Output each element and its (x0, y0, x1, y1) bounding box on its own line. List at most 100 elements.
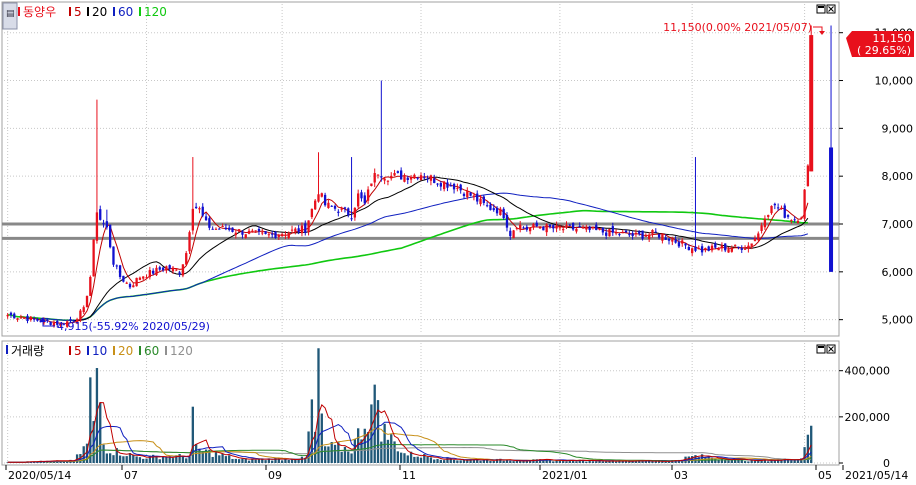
volume-bar (178, 454, 181, 463)
candle-body (161, 267, 165, 271)
candle-body (82, 307, 85, 312)
volume-bar (614, 461, 618, 463)
candle-body (456, 187, 459, 189)
candle-body (694, 246, 697, 251)
volume-bar (565, 461, 568, 463)
candle-body (737, 246, 740, 248)
candle-body (151, 270, 155, 274)
volume-bar (290, 459, 294, 463)
legend-label: 120 (170, 344, 193, 358)
volume-bar (479, 460, 482, 463)
candle-body (753, 238, 757, 241)
candle-body (234, 232, 237, 236)
candle-body (409, 177, 413, 180)
volume-bar (753, 460, 757, 463)
candle-body (290, 229, 294, 231)
candle-body (700, 246, 704, 253)
candle-body (426, 178, 429, 180)
candle-body (390, 175, 393, 179)
volume-bar (419, 457, 423, 463)
candle-body (648, 234, 651, 240)
candle-body (793, 219, 796, 221)
candle-body (449, 185, 452, 187)
candle-body (638, 231, 641, 234)
candle-body (353, 207, 357, 218)
candle-body (165, 266, 168, 271)
legend-bar-icon (18, 7, 20, 16)
candle-body (211, 228, 214, 230)
candle-body (489, 204, 492, 211)
candle-body (687, 247, 691, 251)
candle-body (357, 193, 360, 207)
legend-swatch (139, 346, 141, 355)
volume-legend-bar-icon (6, 345, 8, 354)
candle-body (297, 228, 300, 232)
stock-chart: 11,00010,0009,0008,0007,0006,0005,000 40… (0, 0, 916, 482)
candle-body (363, 195, 366, 204)
date-tick-label: 11 (402, 469, 416, 482)
candle-body (634, 232, 638, 234)
volume-bar (396, 451, 400, 463)
candle-body (277, 235, 280, 237)
candle-body (221, 226, 224, 228)
candle-body (175, 269, 178, 271)
volume-bar (102, 444, 105, 463)
candle-body (350, 218, 353, 220)
date-tick-label: 07 (124, 469, 138, 482)
volume-bar (347, 451, 350, 463)
volume-bar (171, 458, 175, 463)
volume-bar (555, 460, 558, 463)
candle-body (664, 237, 667, 240)
volume-bar (165, 457, 168, 463)
candle-body (462, 193, 466, 196)
candle-body (657, 234, 661, 238)
panel-side-tab-label: ▤ (6, 9, 15, 19)
candle-body (99, 209, 102, 220)
low-annotation-text: 4,915(-55.92% 2020/05/29) (57, 320, 210, 333)
candle-body (750, 243, 753, 246)
volume-bar (211, 456, 214, 463)
candle-body (13, 313, 16, 319)
chart-svg: 11,00010,0009,0008,0007,0006,0005,000 40… (1, 1, 914, 482)
candle-body (251, 230, 254, 233)
volume-bar (247, 460, 251, 463)
volume-bar (323, 446, 327, 463)
candle-body (631, 233, 634, 237)
legend-swatch (139, 7, 141, 16)
volume-bar (228, 455, 231, 463)
candle-body (724, 243, 727, 251)
price-tick-label: 10,000 (875, 75, 914, 88)
candle-body (198, 208, 201, 210)
volume-bar (575, 461, 578, 463)
volume-bar (138, 457, 142, 463)
candle-body (19, 317, 23, 319)
candle-body (466, 191, 469, 198)
volume-bar (330, 442, 333, 463)
date-tick-label: 09 (268, 469, 282, 482)
candle-body (727, 249, 730, 253)
candle-body (373, 173, 376, 183)
volume-axis: 400,000200,0000 (839, 365, 890, 470)
candle-body (469, 192, 472, 196)
candle-body (393, 173, 396, 176)
candle-body (23, 317, 26, 319)
candle-body (138, 277, 142, 280)
candle-body (122, 275, 125, 282)
volume-bar (198, 448, 201, 463)
candle-body (499, 208, 502, 216)
volume-bar (793, 460, 796, 463)
candle-body (314, 200, 317, 210)
candle-body (85, 295, 89, 308)
candle-body (337, 211, 340, 213)
legend-label: 120 (144, 5, 167, 19)
legend-swatch (69, 346, 71, 355)
candle-body (267, 234, 271, 236)
candle-body (333, 205, 337, 209)
candle-body (370, 183, 373, 186)
candle-body (608, 228, 611, 237)
candle-body (532, 223, 535, 228)
candle-body (492, 208, 495, 211)
candle-body (208, 218, 211, 228)
candle-body (790, 219, 793, 221)
volume-bar (363, 428, 366, 463)
